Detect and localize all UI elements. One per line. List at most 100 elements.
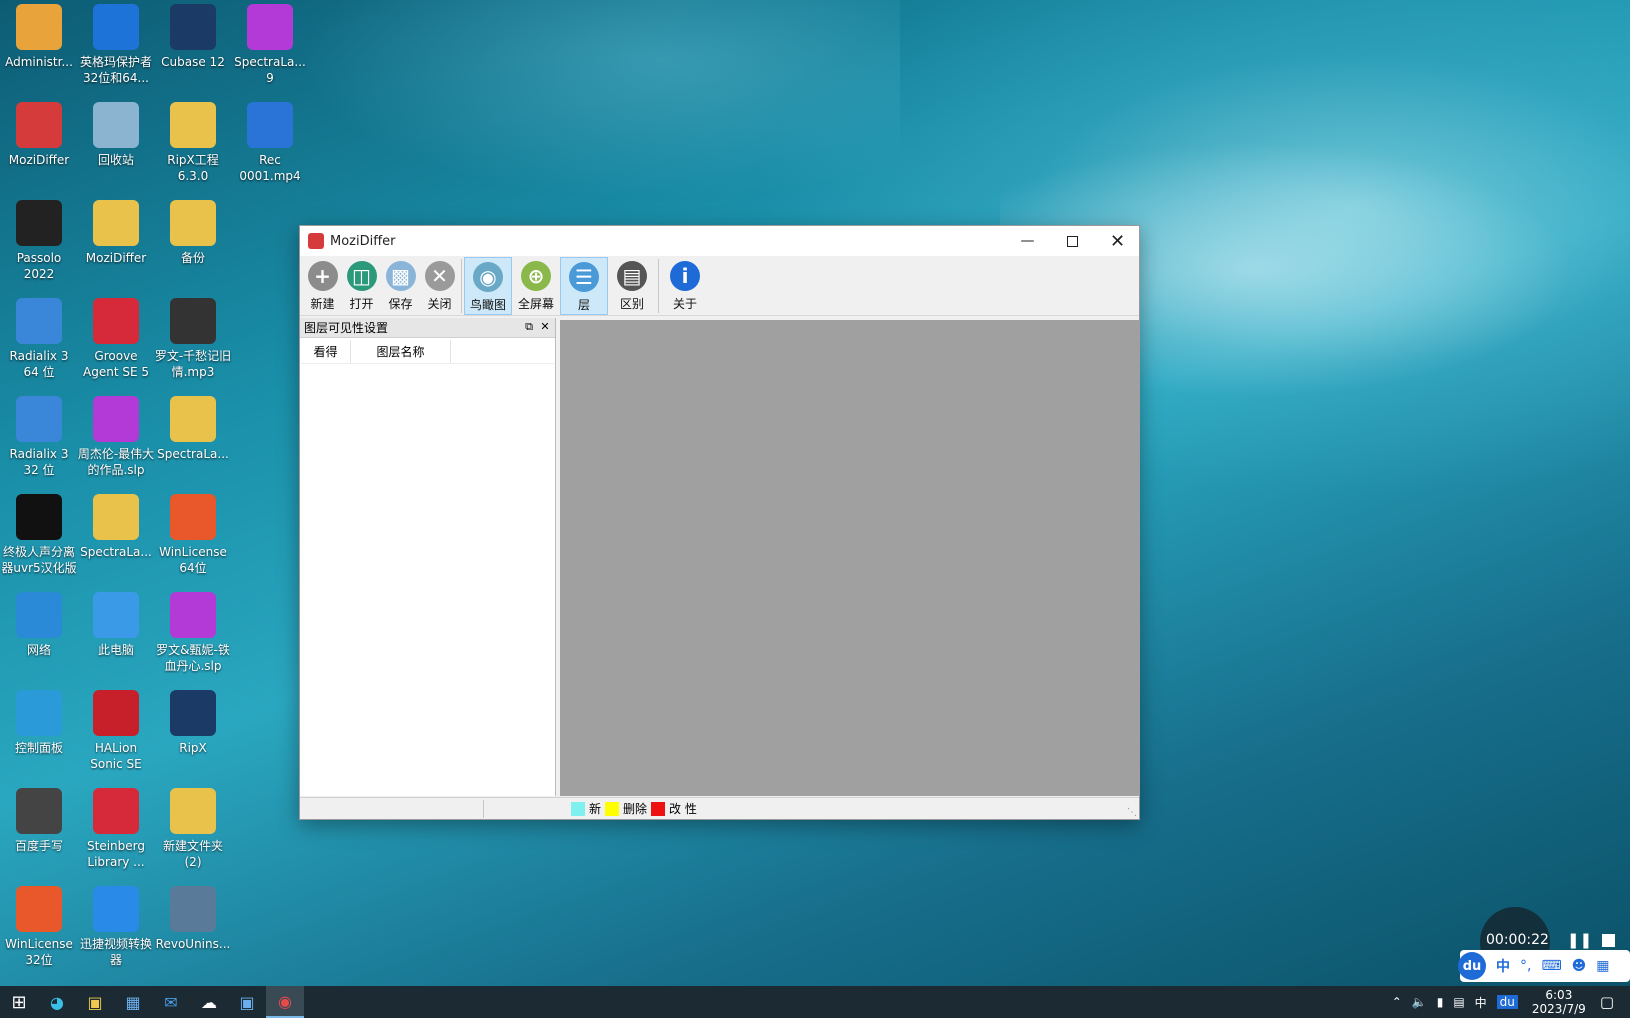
toolbar-button-label: 关闭 bbox=[427, 297, 452, 311]
desktop-icon-label: SpectraLa... bbox=[80, 545, 152, 559]
minimize-button[interactable]: — bbox=[1005, 226, 1050, 256]
desktop-app-icon bbox=[170, 690, 216, 736]
toolbar-button-label: 新建 bbox=[310, 297, 335, 311]
toolbar-button-info[interactable]: i 关于 bbox=[661, 257, 709, 315]
column-layer-name[interactable]: 图层名称 bbox=[351, 340, 451, 363]
desktop-icon[interactable]: 此电脑 bbox=[77, 592, 155, 658]
keyboard-icon[interactable]: ⌨ bbox=[1541, 958, 1561, 974]
toolbar-button-folder-open[interactable]: ◫ 打开 bbox=[342, 257, 381, 315]
tray-language[interactable]: 中 bbox=[1475, 994, 1487, 1011]
close-panel-icon[interactable]: ✕ bbox=[538, 320, 552, 334]
desktop-icon[interactable]: 罗文&甄妮-铁血丹心.slp bbox=[154, 592, 232, 674]
punctuation-icon[interactable]: °, bbox=[1520, 958, 1531, 974]
taskbar-mail[interactable]: ✉ bbox=[152, 986, 190, 1018]
window-title: MoziDiffer bbox=[330, 233, 396, 249]
volume-icon[interactable]: 🔈 bbox=[1412, 995, 1427, 1009]
toolbar-button-eye[interactable]: ◉ 鸟瞰图 bbox=[464, 257, 512, 315]
clock-date: 2023/7/9 bbox=[1531, 1002, 1586, 1016]
taskbar-store[interactable]: ▦ bbox=[114, 986, 152, 1018]
desktop-icon[interactable]: Passolo 2022 bbox=[0, 200, 78, 282]
mozidiffer-icon: ◉ bbox=[278, 991, 292, 1011]
desktop-icon[interactable]: SpectraLa... bbox=[154, 396, 232, 462]
desktop-icon-label: WinLicense 64位 bbox=[159, 545, 227, 575]
desktop-icon-label: 回收站 bbox=[97, 153, 134, 167]
legend-delete-label: 删除 bbox=[623, 802, 648, 816]
desktop-icon[interactable]: Rec 0001.mp4 bbox=[231, 102, 309, 184]
desktop-icon[interactable]: SpectraLa... 9 bbox=[231, 4, 309, 86]
desktop-icon[interactable]: SpectraLa... bbox=[77, 494, 155, 560]
chevron-up-icon[interactable]: ⌃ bbox=[1392, 995, 1402, 1009]
toolbar-button-layers[interactable]: ☰ 层 bbox=[560, 257, 608, 315]
stop-icon[interactable] bbox=[1602, 933, 1616, 947]
desktop-app-icon bbox=[170, 592, 216, 638]
desktop-icon[interactable]: 周杰伦-最伟大的作品.slp bbox=[77, 396, 155, 478]
desktop-icon[interactable]: 罗文-千愁记旧情.mp3 bbox=[154, 298, 232, 380]
desktop-icon-label: 罗文-千愁记旧情.mp3 bbox=[154, 349, 232, 379]
grid-menu-icon[interactable]: ▦ bbox=[1596, 958, 1609, 974]
toolbar-button-zoom[interactable]: ⊕ 全屏幕 bbox=[512, 257, 560, 315]
ime-language[interactable]: 中 bbox=[1496, 956, 1510, 976]
toolbar-button-diff[interactable]: ▤ 区别 bbox=[608, 257, 656, 315]
column-visible[interactable]: 看得 bbox=[301, 340, 351, 363]
resize-grip-icon[interactable]: ⋱ bbox=[1127, 807, 1137, 818]
taskbar-app-2[interactable]: ▣ bbox=[228, 986, 266, 1018]
desktop-icon[interactable]: Administr... bbox=[0, 4, 78, 70]
taskbar-mozidiffer[interactable]: ◉ bbox=[266, 986, 304, 1018]
pause-icon[interactable]: ❚❚ bbox=[1567, 931, 1592, 949]
desktop-icon[interactable]: RipX工程 6.3.0 bbox=[154, 102, 232, 184]
baidu-ime-icon[interactable]: du bbox=[1458, 952, 1486, 980]
desktop-icon[interactable]: RevoUnins... bbox=[154, 886, 232, 952]
desktop-icon[interactable]: WinLicense 64位 bbox=[154, 494, 232, 576]
desktop-icon[interactable]: 终极人声分离器uvr5汉化版 bbox=[0, 494, 78, 576]
desktop-app-icon bbox=[170, 494, 216, 540]
desktop-icon[interactable]: 英格玛保护者32位和64... bbox=[77, 4, 155, 86]
desktop-icon[interactable]: Groove Agent SE 5 bbox=[77, 298, 155, 380]
desktop-icon[interactable]: MoziDiffer bbox=[77, 200, 155, 266]
desktop-icon[interactable]: 迅捷视频转换器 bbox=[77, 886, 155, 968]
desktop-app-icon bbox=[93, 396, 139, 442]
desktop-icon[interactable]: Radialix 3 32 位 bbox=[0, 396, 78, 478]
desktop-icon[interactable]: RipX bbox=[154, 690, 232, 756]
network-icon[interactable]: ▤ bbox=[1453, 995, 1464, 1009]
desktop-icon[interactable]: Radialix 3 64 位 bbox=[0, 298, 78, 380]
panel-header: 图层可见性设置 ⧉ ✕ bbox=[300, 318, 555, 338]
desktop-icon[interactable]: Cubase 12 bbox=[154, 4, 232, 70]
desktop-icon[interactable]: 新建文件夹 (2) bbox=[154, 788, 232, 870]
start-button[interactable]: ⊞ bbox=[0, 986, 38, 1018]
desktop-icon[interactable]: 备份 bbox=[154, 200, 232, 266]
taskbar-edge[interactable]: ◕ bbox=[38, 986, 76, 1018]
desktop-app-icon bbox=[170, 886, 216, 932]
title-bar[interactable]: MoziDiffer — ✕ bbox=[300, 226, 1139, 256]
desktop-icon[interactable]: 控制面板 bbox=[0, 690, 78, 756]
desktop-icon[interactable]: 回收站 bbox=[77, 102, 155, 168]
diff-canvas[interactable] bbox=[560, 320, 1140, 796]
toolbar-button-plus[interactable]: + 新建 bbox=[303, 257, 342, 315]
taskbar-explorer[interactable]: ▣ bbox=[76, 986, 114, 1018]
delete-color-swatch bbox=[605, 801, 620, 816]
taskbar-app-1[interactable]: ☁ bbox=[190, 986, 228, 1018]
desktop-icon[interactable]: HALion Sonic SE bbox=[77, 690, 155, 772]
close-button[interactable]: ✕ bbox=[1095, 226, 1140, 256]
baidu-tray-icon[interactable]: du bbox=[1496, 995, 1518, 1009]
desktop-icon[interactable]: WinLicense 32位 bbox=[0, 886, 78, 968]
desktop-app-icon bbox=[170, 396, 216, 442]
user-icon[interactable]: ☻ bbox=[1572, 958, 1587, 974]
desktop-icon[interactable]: 网络 bbox=[0, 592, 78, 658]
float-panel-icon[interactable]: ⧉ bbox=[522, 320, 536, 334]
desktop-icon[interactable]: 百度手写 bbox=[0, 788, 78, 854]
desktop-app-icon bbox=[170, 788, 216, 834]
app-icon bbox=[308, 233, 324, 249]
desktop-app-icon bbox=[93, 592, 139, 638]
desktop-app-icon bbox=[16, 690, 62, 736]
notification-icon[interactable]: ▢ bbox=[1600, 993, 1614, 1011]
toolbar-button-label: 关于 bbox=[672, 297, 697, 311]
toolbar-button-save[interactable]: ▩ 保存 bbox=[381, 257, 420, 315]
microphone-icon[interactable]: ▮ bbox=[1437, 995, 1444, 1009]
maximize-button[interactable] bbox=[1050, 226, 1095, 256]
desktop-icon-label: SpectraLa... 9 bbox=[234, 55, 306, 85]
panel-title: 图层可见性设置 bbox=[304, 321, 389, 335]
desktop-icon[interactable]: MoziDiffer bbox=[0, 102, 78, 168]
clock[interactable]: 6:03 2023/7/9 bbox=[1532, 988, 1586, 1016]
desktop-icon[interactable]: Steinberg Library ... bbox=[77, 788, 155, 870]
toolbar-button-close-circle[interactable]: ✕ 关闭 bbox=[420, 257, 459, 315]
